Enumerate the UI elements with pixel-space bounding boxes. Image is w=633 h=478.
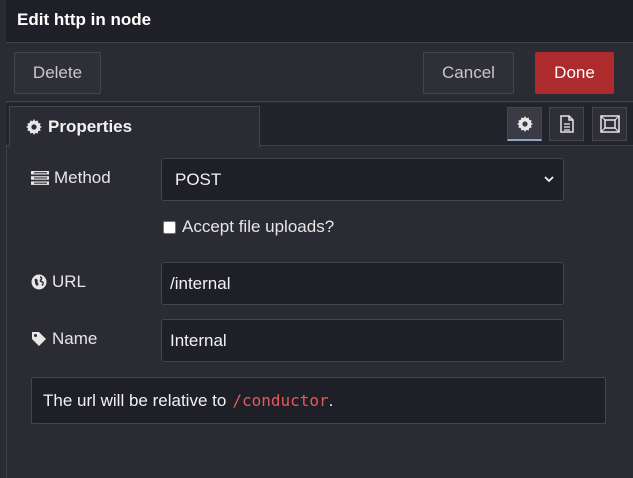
tip-suffix: . xyxy=(328,390,334,410)
dialog-title: Edit http in node xyxy=(17,10,152,29)
accept-uploads-checkbox[interactable] xyxy=(163,220,176,234)
tip-text: The url will be relative to xyxy=(43,390,227,410)
accept-uploads-label: Accept file uploads? xyxy=(182,217,335,236)
url-label-row: URL xyxy=(31,272,86,292)
cancel-button[interactable]: Cancel xyxy=(423,52,514,94)
document-icon xyxy=(559,115,574,133)
method-select[interactable]: POST xyxy=(161,158,564,201)
name-field[interactable]: Internal xyxy=(161,319,564,362)
name-label: Name xyxy=(52,329,98,348)
frame-icon xyxy=(599,115,620,133)
dialog-titlebar: Edit http in node xyxy=(6,0,633,43)
accept-uploads-row: Accept file uploads? xyxy=(163,217,334,237)
tab-properties-label: Properties xyxy=(48,117,133,136)
delete-button[interactable]: Delete xyxy=(14,52,101,94)
method-label-row: Method xyxy=(31,168,111,188)
tab-node-appearance[interactable] xyxy=(592,107,627,141)
globe-icon xyxy=(31,274,47,290)
tip-path: /conductor xyxy=(232,391,329,410)
url-label: URL xyxy=(52,272,87,291)
gear-icon xyxy=(516,115,533,132)
dialog-toolbar: Delete Cancel Done xyxy=(6,44,633,102)
tab-bar: Properties xyxy=(6,103,633,147)
tab-properties[interactable]: Properties xyxy=(9,106,260,147)
name-label-row: Name xyxy=(31,329,97,349)
gear-icon xyxy=(26,119,42,135)
method-select-value: POST xyxy=(175,169,222,189)
tab-node-description[interactable] xyxy=(549,107,584,141)
list-icon xyxy=(31,171,49,185)
done-button[interactable]: Done xyxy=(535,52,614,94)
url-field[interactable]: /internal xyxy=(161,262,564,305)
tab-node-properties[interactable] xyxy=(507,107,542,141)
tag-icon xyxy=(32,332,46,346)
url-tip: The url will be relative to /conductor. xyxy=(31,377,606,424)
chevron-down-icon xyxy=(544,176,554,183)
method-label: Method xyxy=(54,168,111,187)
